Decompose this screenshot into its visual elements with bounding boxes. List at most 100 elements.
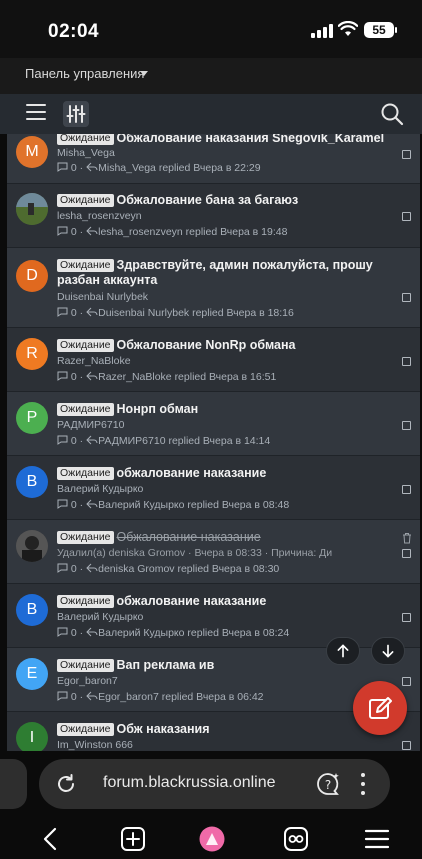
select-checkbox[interactable] — [402, 613, 411, 622]
thread-title[interactable]: Ожидание Обжалование бана за багаюз — [57, 193, 400, 208]
thread-title[interactable]: Ожидание обжалование наказание — [57, 466, 400, 481]
thread-meta: 0 · Валерий Кудырко replied Вчера в 08:2… — [57, 627, 289, 639]
thread-author[interactable]: lesha_rosenzveyn — [57, 210, 142, 222]
thread-title[interactable]: Ожидание Здравствуйте, админ пожалуйста, … — [57, 258, 400, 288]
reply-arrow-icon — [86, 627, 98, 637]
address-bar[interactable]: forum.blackrussia.online ? — [39, 759, 390, 809]
status-badge: Ожидание — [57, 403, 114, 416]
avatar[interactable]: B — [16, 466, 48, 498]
cellular-signal-icon — [311, 24, 333, 38]
reply-count: 0 — [70, 435, 77, 447]
avatar[interactable] — [16, 193, 48, 225]
last-reply[interactable]: Razer_NaBloke replied Вчера в 16:51 — [98, 371, 276, 383]
filter-sliders-icon[interactable] — [63, 101, 89, 127]
new-tab-icon[interactable] — [120, 826, 146, 852]
thread-author[interactable]: Валерий Кудырко — [57, 483, 143, 495]
last-reply[interactable]: lesha_rosenzveyn replied Вчера в 19:48 — [98, 226, 287, 238]
comment-icon — [57, 435, 68, 445]
thread-row[interactable]: D Ожидание Здравствуйте, админ пожалуйста… — [7, 248, 420, 328]
thread-title[interactable]: Ожидание Обж наказания — [57, 722, 400, 737]
thread-title-text[interactable]: Обжалование наказания Snegovik_Karamel — [117, 134, 385, 145]
hamburger-menu-icon[interactable] — [364, 826, 390, 852]
avatar[interactable]: M — [16, 136, 48, 168]
select-checkbox[interactable] — [402, 357, 411, 366]
assistant-icon[interactable]: ? — [315, 771, 341, 797]
avatar[interactable]: B — [16, 594, 48, 626]
thread-title[interactable]: Ожидание обжалование наказание — [57, 594, 400, 609]
reload-icon[interactable] — [54, 772, 78, 796]
thread-title[interactable]: Ожидание Обжалование NonRp обмана — [57, 338, 400, 353]
last-reply[interactable]: deniska Gromov replied Вчера в 08:30 — [98, 563, 279, 575]
thread-author[interactable]: Misha_Vega — [57, 147, 115, 159]
thread-title[interactable]: Ожидание Обжалование наказания Snegovik_K… — [57, 134, 400, 146]
alice-assistant-icon[interactable] — [199, 826, 225, 852]
thread-meta: 0 · Duisenbai Nurlybek replied Вчера в 1… — [57, 307, 294, 319]
thread-title-text[interactable]: Обжалование NonRp обмана — [117, 338, 296, 352]
reply-count: 0 — [70, 499, 77, 511]
back-icon[interactable] — [38, 826, 64, 852]
scroll-up-button[interactable] — [326, 637, 360, 665]
thread-row[interactable]: Ожидание Обжалование бана за багаюз lesha… — [7, 184, 420, 248]
thread-title-text[interactable]: обжалование наказание — [117, 466, 267, 480]
chevron-down-icon[interactable] — [140, 71, 148, 76]
new-thread-button[interactable] — [353, 681, 407, 735]
comment-icon — [57, 307, 68, 317]
thread-row[interactable]: M Ожидание Обжалование наказания Snegovik… — [7, 134, 420, 184]
last-reply[interactable]: Валерий Кудырко replied Вчера в 08:48 — [98, 499, 289, 511]
scroll-down-button[interactable] — [371, 637, 405, 665]
thread-meta: 0 · Валерий Кудырко replied Вчера в 08:4… — [57, 499, 289, 511]
select-checkbox[interactable] — [402, 485, 411, 494]
avatar[interactable]: P — [16, 402, 48, 434]
status-badge: Ожидание — [57, 259, 114, 272]
thread-row[interactable]: B Ожидание обжалование наказание Валерий … — [7, 456, 420, 520]
select-checkbox[interactable] — [402, 293, 411, 302]
control-panel-link[interactable]: Панель управления — [25, 66, 144, 81]
last-reply[interactable]: РАДМИР6710 replied Вчера в 14:14 — [98, 435, 270, 447]
thread-title-text[interactable]: Обжалование наказание — [117, 530, 261, 544]
thread-title-text[interactable]: обжалование наказание — [117, 594, 267, 608]
select-checkbox[interactable] — [402, 549, 411, 558]
thread-row-deleted[interactable]: Ожидание Обжалование наказание Удалил(а) … — [7, 520, 420, 584]
search-icon[interactable] — [380, 102, 404, 126]
thread-title[interactable]: Ожидание Обжалование наказание — [57, 530, 400, 545]
admin-bar: Панель управления — [0, 58, 422, 94]
thread-title-text[interactable]: Обжалование бана за багаюз — [117, 193, 299, 207]
thread-author[interactable]: Razer_NaBloke — [57, 355, 131, 367]
last-reply[interactable]: Egor_baron7 replied Вчера в 06:42 — [98, 691, 263, 703]
thread-row[interactable]: P Ожидание Нонрп обман РАДМИР6710 0 · РАД… — [7, 392, 420, 456]
avatar-photo — [16, 530, 48, 562]
thread-title[interactable]: Ожидание Нонрп обман — [57, 402, 400, 417]
thread-title-text[interactable]: Вап реклама ив — [117, 658, 215, 672]
select-checkbox[interactable] — [402, 421, 411, 430]
thread-author[interactable]: Im_Winston 666 — [57, 739, 133, 751]
avatar[interactable] — [16, 530, 48, 562]
incognito-tabs-icon[interactable] — [283, 826, 309, 852]
url-text[interactable]: forum.blackrussia.online — [103, 774, 276, 792]
more-options-icon[interactable] — [360, 771, 366, 797]
select-checkbox[interactable] — [402, 150, 411, 159]
status-bar: 02:04 55 — [0, 0, 422, 58]
select-checkbox[interactable] — [402, 212, 411, 221]
avatar[interactable]: R — [16, 338, 48, 370]
select-checkbox[interactable] — [402, 741, 411, 750]
deleted-info: Удалил(а) deniska Gromov · Вчера в 08:33… — [57, 547, 333, 559]
hamburger-menu-icon[interactable] — [26, 103, 48, 123]
thread-author[interactable]: Валерий Кудырко — [57, 611, 143, 623]
last-reply[interactable]: Валерий Кудырко replied Вчера в 08:24 — [98, 627, 289, 639]
thread-title-text[interactable]: Обж наказания — [117, 722, 210, 736]
thread-author[interactable]: РАДМИР6710 — [57, 419, 124, 431]
last-reply[interactable]: Misha_Vega replied Вчера в 22:29 — [98, 162, 260, 174]
thread-author[interactable]: Duisenbai Nurlybek — [57, 291, 148, 303]
tab-switcher-edge[interactable] — [0, 759, 27, 809]
last-reply[interactable]: Duisenbai Nurlybek replied Вчера в 18:16 — [98, 307, 294, 319]
reply-arrow-icon — [86, 499, 98, 509]
comment-icon — [57, 499, 68, 509]
thread-row[interactable]: B Ожидание обжалование наказание Валерий … — [7, 584, 420, 648]
thread-author[interactable]: Egor_baron7 — [57, 675, 118, 687]
thread-title-text[interactable]: Нонрп обман — [117, 402, 199, 416]
avatar[interactable]: E — [16, 658, 48, 690]
thread-row[interactable]: R Ожидание Обжалование NonRp обмана Razer… — [7, 328, 420, 392]
avatar[interactable]: I — [16, 722, 48, 751]
avatar[interactable]: D — [16, 260, 48, 292]
svg-text:?: ? — [325, 778, 331, 792]
